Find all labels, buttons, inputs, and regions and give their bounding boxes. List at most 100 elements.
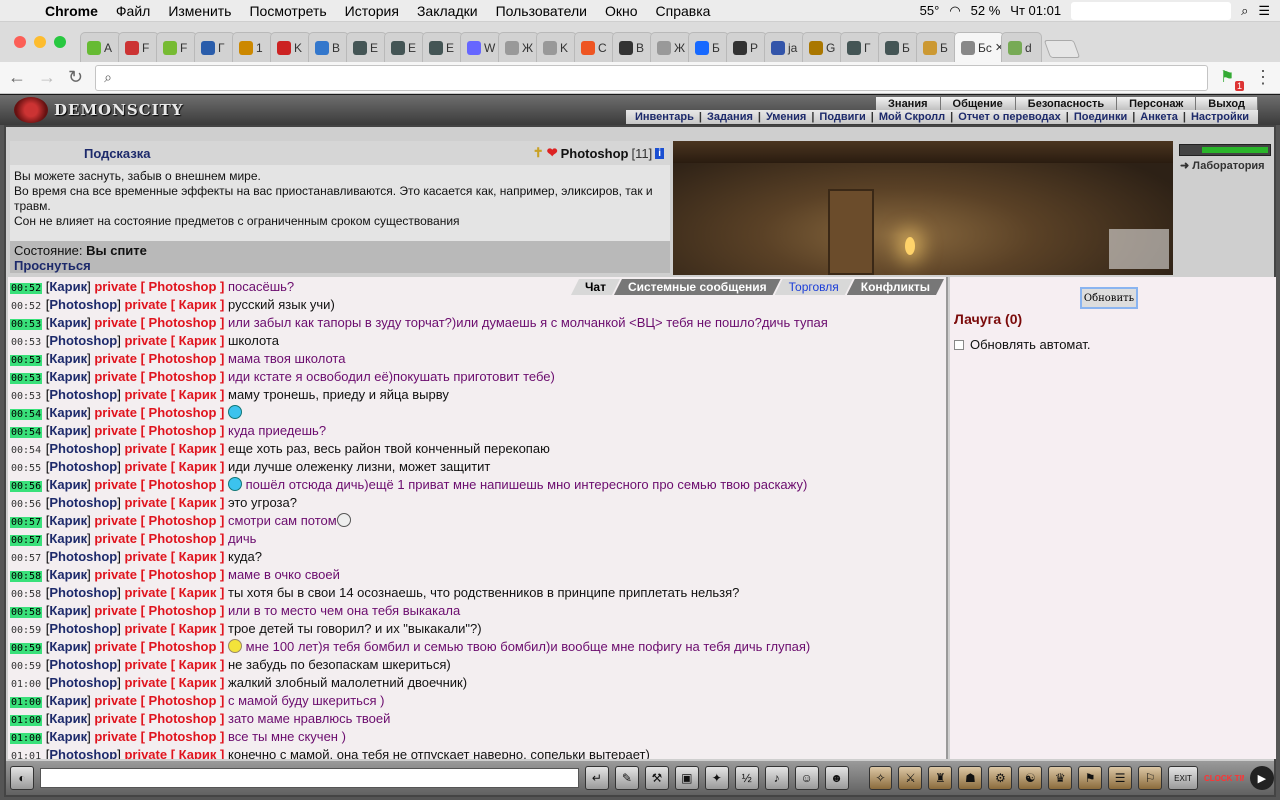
auto-refresh-checkbox[interactable] (954, 339, 964, 350)
subnav-item[interactable]: Отчет о переводах (953, 111, 1066, 123)
browser-tab[interactable]: E (384, 32, 425, 62)
recipient-nick[interactable]: Photoshop (149, 639, 217, 654)
recipient-nick[interactable]: Photoshop (149, 351, 217, 366)
message-time[interactable]: 00:52 (10, 283, 43, 294)
message-time[interactable]: 00:57 (10, 535, 43, 546)
forward-icon[interactable]: → (38, 67, 56, 88)
message-time[interactable]: 00:52 (10, 301, 42, 312)
toolbar-action-icon[interactable]: ☺ (794, 766, 819, 790)
browser-tab[interactable]: Г (840, 32, 881, 62)
message-time[interactable]: 00:57 (10, 553, 42, 564)
message-time[interactable]: 00:59 (10, 661, 42, 672)
message-time[interactable]: 00:57 (10, 517, 43, 528)
toolbar-action-icon[interactable]: ♪ (764, 766, 789, 790)
recipient-nick[interactable]: Карик (179, 585, 217, 600)
browser-tab[interactable]: Б (916, 32, 957, 62)
subnav-item[interactable]: Инвентарь (630, 111, 699, 123)
message-time[interactable]: 00:53 (10, 337, 42, 348)
message-time[interactable]: 00:53 (10, 319, 43, 330)
message-time[interactable]: 01:01 (10, 751, 42, 759)
sender-nick[interactable]: Карик (49, 603, 87, 618)
private-label[interactable]: private (124, 459, 167, 474)
browser-tab[interactable]: E (422, 32, 463, 62)
browser-tab[interactable]: Б (878, 32, 919, 62)
browser-tab[interactable]: W (460, 32, 501, 62)
menu-item[interactable]: Файл (107, 3, 159, 19)
message-time[interactable]: 00:53 (10, 355, 43, 366)
sender-nick[interactable]: Карик (49, 351, 87, 366)
message-time[interactable]: 00:58 (10, 571, 43, 582)
message-time[interactable]: 00:59 (10, 625, 42, 636)
browser-tab[interactable]: Б (688, 32, 729, 62)
toolbar-action-icon[interactable]: ☻ (824, 766, 849, 790)
recipient-nick[interactable]: Карик (179, 621, 217, 636)
private-label[interactable]: private (94, 477, 137, 492)
message-time[interactable]: 00:58 (10, 607, 43, 618)
browser-tab[interactable]: G (802, 32, 843, 62)
private-label[interactable]: private (124, 387, 167, 402)
browser-tab[interactable]: d (1001, 32, 1042, 62)
recipient-nick[interactable]: Карик (179, 747, 217, 759)
toolbar-action-icon[interactable]: ↵ (584, 766, 609, 790)
recipient-nick[interactable]: Карик (179, 675, 217, 690)
wifi-icon[interactable]: ◠ (949, 3, 960, 19)
address-bar[interactable]: ⌕ (95, 64, 1208, 91)
sender-nick[interactable]: Photoshop (49, 675, 117, 690)
private-label[interactable]: private (124, 333, 167, 348)
menu-item[interactable]: Окно (596, 3, 647, 19)
private-label[interactable]: private (94, 315, 137, 330)
private-label[interactable]: private (124, 441, 167, 456)
browser-tab[interactable]: C (574, 32, 615, 62)
recipient-nick[interactable]: Photoshop (149, 405, 217, 420)
recipient-nick[interactable]: Photoshop (149, 477, 217, 492)
browser-tab[interactable]: E (346, 32, 387, 62)
sender-nick[interactable]: Photoshop (49, 549, 117, 564)
sender-nick[interactable]: Карик (49, 369, 87, 384)
spotlight-search[interactable] (1071, 1, 1232, 20)
toolbar-action-icon[interactable]: ✎ (614, 766, 639, 790)
menu-item[interactable]: Изменить (159, 3, 240, 19)
sender-nick[interactable]: Карик (49, 567, 87, 582)
private-label[interactable]: private (124, 675, 167, 690)
menu-item[interactable]: Справка (647, 3, 720, 19)
zoom-window-button[interactable] (54, 36, 66, 48)
user-name[interactable]: Photoshop (561, 146, 629, 161)
private-label[interactable]: private (124, 549, 167, 564)
menu-item[interactable]: История (336, 3, 408, 19)
sender-nick[interactable]: Photoshop (49, 333, 117, 348)
recipient-nick[interactable]: Photoshop (149, 315, 217, 330)
recipient-nick[interactable]: Photoshop (149, 279, 217, 294)
message-time[interactable]: 00:56 (10, 481, 43, 492)
recipient-nick[interactable]: Карик (179, 459, 217, 474)
sender-nick[interactable]: Карик (49, 279, 87, 294)
topnav-item[interactable]: Общение (940, 97, 1016, 111)
laboratory-link[interactable]: ➜ Лаборатория (1176, 159, 1274, 172)
browser-tab[interactable]: B (308, 32, 349, 62)
chat-tab[interactable]: Чат (571, 279, 620, 295)
topnav-item[interactable]: Знания (876, 97, 941, 111)
toolbar-action-icon[interactable]: ⚒ (644, 766, 669, 790)
toolbar-action-icon[interactable]: ✦ (704, 766, 729, 790)
recipient-nick[interactable]: Карик (179, 441, 217, 456)
toolbar-action-icon[interactable]: ⚐ (1138, 766, 1163, 790)
recipient-nick[interactable]: Photoshop (149, 711, 217, 726)
private-label[interactable]: private (94, 729, 137, 744)
browser-tab[interactable]: Р (726, 32, 767, 62)
message-time[interactable]: 01:00 (10, 697, 43, 708)
sender-nick[interactable]: Photoshop (49, 441, 117, 456)
close-window-button[interactable] (14, 36, 26, 48)
recipient-nick[interactable]: Photoshop (149, 513, 217, 528)
chat-input[interactable] (39, 768, 579, 788)
private-label[interactable]: private (94, 567, 137, 582)
message-time[interactable]: 01:00 (10, 679, 42, 690)
sender-nick[interactable]: Photoshop (49, 621, 117, 636)
browser-tab[interactable]: B (612, 32, 653, 62)
menu-item[interactable]: Посмотреть (240, 3, 335, 19)
game-logo[interactable]: DEMONSCITY (14, 97, 183, 123)
recipient-nick[interactable]: Photoshop (149, 693, 217, 708)
menu-item[interactable]: Пользователи (487, 3, 596, 19)
browser-tab[interactable]: F (156, 32, 197, 62)
sender-nick[interactable]: Карик (49, 711, 87, 726)
subnav-item[interactable]: Анкета (1135, 111, 1183, 123)
sender-nick[interactable]: Photoshop (49, 495, 117, 510)
